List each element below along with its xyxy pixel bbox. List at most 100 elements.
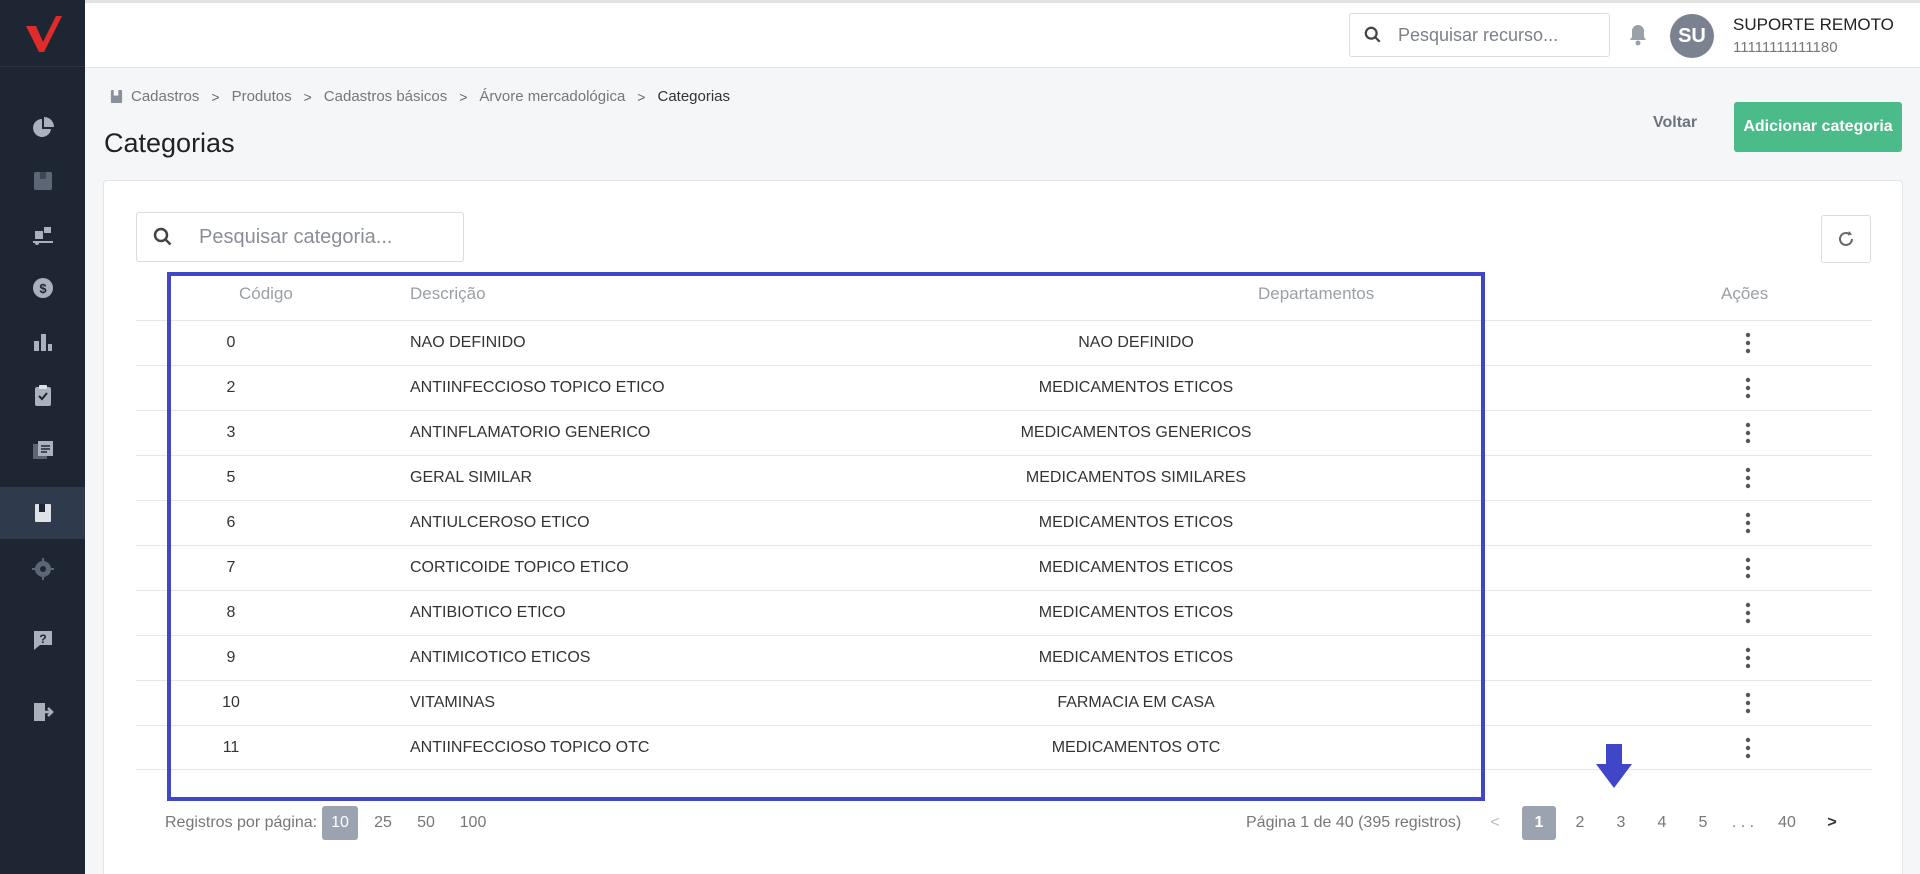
page-button-3[interactable]: 3: [1604, 806, 1638, 840]
kebab-menu-icon[interactable]: [1744, 467, 1752, 489]
per-page-option-50[interactable]: 50: [408, 806, 444, 840]
cell-description: GERAL SIMILAR: [410, 469, 533, 486]
logo-check-icon: [25, 16, 62, 52]
kebab-menu-icon[interactable]: [1744, 332, 1752, 354]
breadcrumb-link-arvore[interactable]: Árvore mercadológica: [479, 88, 625, 105]
column-header-code[interactable]: Código: [239, 284, 293, 304]
sidebar-item-logout[interactable]: [0, 686, 85, 738]
kebab-menu-icon[interactable]: [1744, 512, 1752, 534]
breadcrumb-link-produtos[interactable]: Produtos: [232, 88, 292, 105]
per-page-option-10[interactable]: 10: [322, 806, 358, 840]
cell-description: VITAMINAS: [410, 694, 496, 711]
kebab-menu-icon[interactable]: [1744, 557, 1752, 579]
refresh-button[interactable]: [1821, 215, 1871, 263]
cell-department: FARMACIA EM CASA: [1057, 694, 1215, 711]
user-name[interactable]: SUPORTE REMOTO: [1733, 15, 1894, 35]
table-row[interactable]: 6 ANTIULCEROSO ETICO MEDICAMENTOS ETICOS: [136, 500, 1872, 545]
refresh-icon: [1839, 231, 1853, 246]
page-button-1[interactable]: 1: [1522, 806, 1556, 840]
box-icon: [33, 172, 52, 190]
back-button[interactable]: Voltar: [1653, 114, 1697, 132]
sidebar-item-finance[interactable]: $: [0, 262, 85, 314]
book-icon: [110, 90, 123, 103]
cell-code: 11: [222, 739, 240, 756]
sidebar-item-dashboard[interactable]: [0, 102, 85, 154]
category-search-input[interactable]: Pesquisar categoria...: [136, 212, 464, 262]
documents-icon: [32, 441, 53, 459]
cell-description: ANTINFLAMATORIO GENERICO: [410, 424, 651, 441]
sidebar: $ ?: [0, 0, 85, 874]
page-button-5[interactable]: 5: [1686, 806, 1720, 840]
table-row[interactable]: 7 CORTICOIDE TOPICO ETICO MEDICAMENTOS ETI…: [136, 545, 1872, 590]
page-ellipsis: . . .: [1731, 814, 1755, 831]
kebab-menu-icon[interactable]: [1744, 737, 1752, 759]
per-page-option-25[interactable]: 25: [365, 806, 401, 840]
add-category-button[interactable]: Adicionar categoria: [1734, 102, 1902, 152]
table-row[interactable]: 5 GERAL SIMILAR MEDICAMENTOS SIMILARES: [136, 455, 1872, 500]
resource-search-input[interactable]: Pesquisar recurso...: [1349, 13, 1610, 57]
table-row[interactable]: 3 ANTINFLAMATORIO GENERICO MEDICAMENTOS GE…: [136, 410, 1872, 455]
column-header-description[interactable]: Descrição: [410, 284, 486, 304]
cell-department: MEDICAMENTOS ETICOS: [1038, 649, 1234, 666]
chevron-right-icon: >: [637, 88, 646, 105]
avatar[interactable]: SU: [1670, 14, 1714, 58]
table-row[interactable]: 2 ANTIINFECCIOSO TOPICO ETICO MEDICAMENTOS…: [136, 365, 1872, 410]
svg-text:?: ?: [39, 632, 46, 646]
cell-code: 9: [226, 649, 236, 666]
breadcrumb-link-cadastros[interactable]: Cadastros: [131, 88, 199, 105]
logistics-icon: [32, 227, 53, 245]
cell-department: MEDICAMENTOS ETICOS: [1038, 604, 1234, 621]
per-page-option-100[interactable]: 100: [455, 806, 491, 840]
kebab-menu-icon[interactable]: [1744, 647, 1752, 669]
kebab-menu-icon[interactable]: [1744, 692, 1752, 714]
column-header-actions: Ações: [1721, 284, 1769, 303]
sidebar-item-help[interactable]: ?: [0, 614, 85, 666]
sidebar-item-logistics[interactable]: [0, 208, 85, 260]
kebab-menu-icon[interactable]: [1744, 377, 1752, 399]
cell-department: MEDICAMENTOS GENERICOS: [1020, 424, 1252, 441]
bell-icon[interactable]: [1626, 23, 1650, 47]
kebab-menu-icon[interactable]: [1744, 422, 1752, 444]
cell-department: MEDICAMENTOS ETICOS: [1038, 514, 1234, 531]
search-icon: [153, 227, 172, 246]
breadcrumb-link-cadastros-basicos[interactable]: Cadastros básicos: [324, 88, 447, 105]
dashboard-pie-icon: [32, 117, 54, 137]
next-page-button[interactable]: >: [1815, 806, 1849, 840]
cell-code: 6: [226, 514, 236, 531]
cell-department: MEDICAMENTOS OTC: [1051, 739, 1221, 756]
cell-description: ANTIULCEROSO ETICO: [410, 514, 590, 531]
sidebar-item-tasks[interactable]: [0, 370, 85, 422]
prev-page-button[interactable]: <: [1478, 806, 1512, 840]
cell-description: NAO DEFINIDO: [410, 334, 526, 351]
cell-code: 3: [226, 424, 236, 441]
cell-department: MEDICAMENTOS SIMILARES: [1025, 469, 1247, 486]
column-header-departments[interactable]: Departamentos: [1258, 284, 1374, 304]
table-row[interactable]: 9 ANTIMICOTICO ETICOS MEDICAMENTOS ETICOS: [136, 635, 1872, 680]
category-search-placeholder: Pesquisar categoria...: [199, 225, 393, 248]
app-logo[interactable]: [0, 0, 85, 67]
page-button-2[interactable]: 2: [1563, 806, 1597, 840]
table-row[interactable]: 8 ANTIBIOTICO ETICO MEDICAMENTOS ETICOS: [136, 590, 1872, 635]
breadcrumb-current: Categorias: [657, 88, 731, 105]
sidebar-item-reports[interactable]: [0, 316, 85, 368]
chevron-right-icon: >: [459, 88, 468, 105]
cell-department: MEDICAMENTOS ETICOS: [1038, 379, 1234, 396]
page-button-40[interactable]: 40: [1770, 806, 1804, 840]
sidebar-item-documents[interactable]: [0, 424, 85, 476]
cell-code: 0: [226, 334, 236, 351]
table-row[interactable]: 0 NAO DEFINIDO NAO DEFINIDO: [136, 320, 1872, 365]
help-icon: ?: [33, 631, 52, 650]
page-info: Página 1 de 40 (395 registros): [1246, 814, 1462, 831]
user-id: 11111111111180: [1733, 39, 1838, 56]
clipboard-icon: [34, 385, 51, 406]
cell-code: 10: [222, 694, 240, 711]
kebab-menu-icon[interactable]: [1744, 602, 1752, 624]
breadcrumb: Cadastros > Produtos > Cadastros básicos…: [110, 88, 730, 105]
table-row[interactable]: 10 VITAMINAS FARMACIA EM CASA: [136, 680, 1872, 725]
sidebar-item-registrations[interactable]: [0, 487, 85, 539]
per-page-label: Registros por página:: [165, 814, 318, 831]
sidebar-item-products[interactable]: [0, 155, 85, 207]
page-button-4[interactable]: 4: [1645, 806, 1679, 840]
sidebar-item-settings[interactable]: [0, 543, 85, 595]
cell-code: 7: [226, 559, 236, 576]
